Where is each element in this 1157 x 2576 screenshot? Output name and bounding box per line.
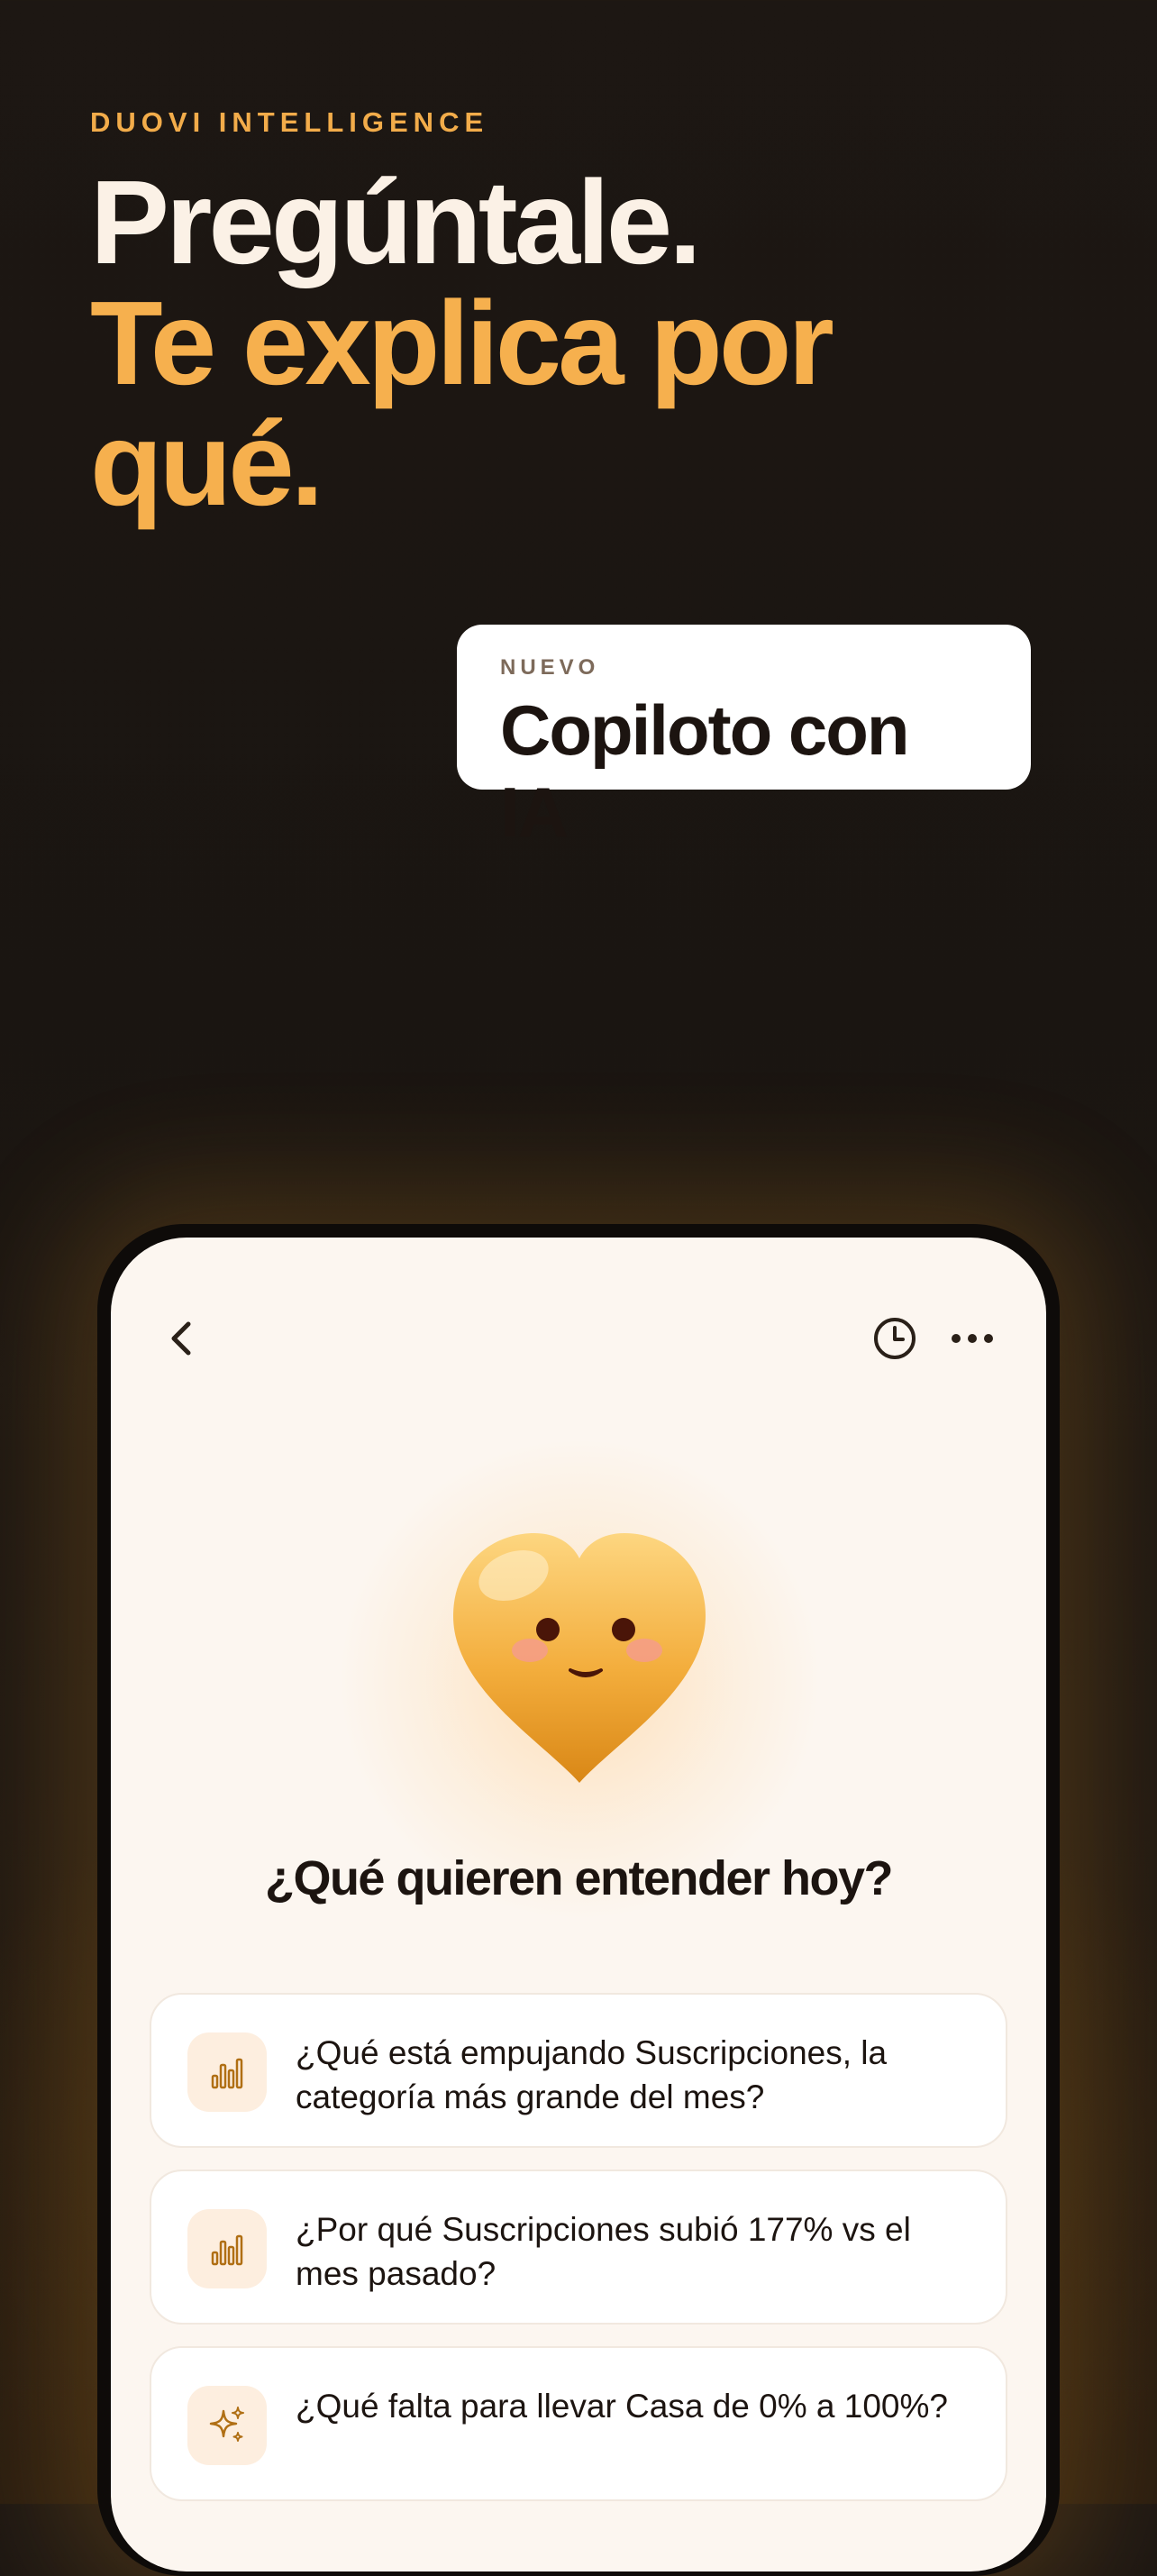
suggestion-card[interactable]: ¿Qué está empujando Suscripciones, la ca…	[150, 1993, 1007, 2148]
suggestion-icon-box	[187, 2386, 267, 2465]
more-options-button[interactable]	[945, 1311, 999, 1366]
question-title: ¿Qué quieren entender hoy?	[264, 1851, 894, 1905]
suggestion-text: ¿Qué está empujando Suscripciones, la ca…	[296, 2034, 888, 2115]
suggestion-icon-box	[187, 2209, 267, 2288]
suggestion-text: ¿Por qué Suscripciones subió 177% vs el …	[296, 2211, 911, 2292]
ellipsis-icon	[952, 1334, 993, 1343]
phone-screen: ¿Qué quieren entender hoy? ¿Qué está emp…	[111, 1238, 1046, 2571]
new-feature-badge: NUEVO Copiloto con IA	[457, 625, 1031, 852]
sparkles-icon	[209, 2407, 244, 2442]
history-button[interactable]	[868, 1311, 922, 1366]
badge-title: Copiloto con IA	[500, 690, 910, 852]
heart-mascot-icon	[453, 1533, 706, 1783]
badge-tag: NUEVO	[500, 655, 600, 680]
suggestion-icon-box	[187, 2032, 267, 2112]
phone-frame: ¿Qué quieren entender hoy? ¿Qué está emp…	[97, 1224, 1060, 2576]
headline-line-1: Pregúntale.	[90, 156, 702, 288]
eyebrow-label: DUOVI INTELLIGENCE	[90, 106, 489, 138]
back-button[interactable]	[156, 1311, 210, 1366]
suggestion-card[interactable]: ¿Qué falta para llevar Casa de 0% a 100%…	[150, 2346, 1007, 2501]
suggestion-card[interactable]: ¿Por qué Suscripciones subió 177% vs el …	[150, 2170, 1007, 2325]
bar-chart-icon	[211, 2234, 243, 2266]
clock-icon	[874, 1318, 916, 1359]
hero-headline: Pregúntale. Te explica por qué.	[90, 162, 991, 525]
headline-line-2: Te explica por qué.	[90, 277, 834, 530]
suggestion-text: ¿Qué falta para llevar Casa de 0% a 100%…	[296, 2388, 948, 2425]
bar-chart-icon	[211, 2058, 243, 2089]
chevron-left-icon	[171, 1321, 191, 1356]
